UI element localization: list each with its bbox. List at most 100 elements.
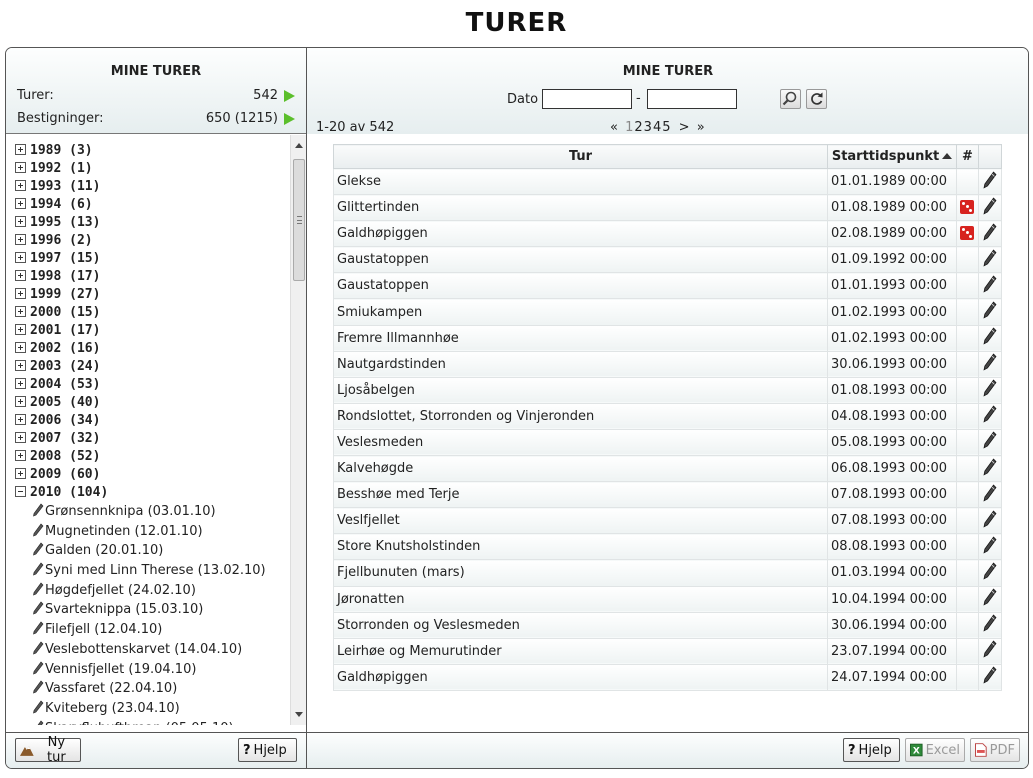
trip-name-cell[interactable]: Leirhøe og Memurutinder: [332, 637, 829, 665]
table-row[interactable]: Kalvehøgde 06.08.1993 00:00: [332, 455, 1003, 483]
pager-page[interactable]: 5: [662, 120, 670, 135]
left-help-button[interactable]: ? Hjelp: [238, 738, 297, 762]
table-row[interactable]: Veslfjellet 07.08.1993 00:00: [332, 507, 1003, 535]
tree-trip-item[interactable]: Kviteberg (23.04.10): [6, 699, 286, 719]
trip-name-cell[interactable]: Glittertinden: [332, 194, 829, 222]
trip-name-cell[interactable]: Veslfjellet: [332, 507, 829, 535]
table-row[interactable]: Store Knutsholstinden 08.08.1993 00:00: [332, 533, 1003, 561]
header-start-time[interactable]: Starttidspunkt: [827, 144, 957, 169]
trip-name-cell[interactable]: Rondslottet, Storronden og Vinjeronden: [332, 402, 829, 430]
edit-pencil-icon[interactable]: [983, 249, 997, 271]
edit-pencil-icon[interactable]: [983, 562, 997, 584]
edit-pencil-icon[interactable]: [983, 431, 997, 453]
search-button[interactable]: [780, 89, 801, 109]
pdf-export-button[interactable]: PDF: [970, 738, 1020, 762]
year-node[interactable]: 1989 (3): [6, 142, 286, 160]
pager-last[interactable]: »: [697, 120, 705, 135]
table-row[interactable]: Galdhøpiggen 02.08.1989 00:00: [332, 220, 1003, 248]
year-node[interactable]: 2005 (40): [6, 394, 286, 412]
table-row[interactable]: Glekse 01.01.1989 00:00: [332, 167, 1003, 196]
year-node[interactable]: 1993 (11): [6, 178, 286, 196]
play-icon[interactable]: [284, 113, 295, 125]
scroll-down-arrow-icon[interactable]: [295, 712, 303, 717]
expand-icon[interactable]: [15, 288, 26, 299]
trip-name-cell[interactable]: Kalvehøgde: [332, 455, 829, 483]
tree-trip-item[interactable]: Vennisfjellet (19.04.10): [6, 660, 286, 680]
edit-pencil-icon[interactable]: [983, 353, 997, 375]
tree-trip-item[interactable]: Grønsennknipa (03.01.10): [6, 502, 286, 522]
expand-icon[interactable]: [15, 252, 26, 263]
expand-icon[interactable]: [15, 360, 26, 371]
trip-name-cell[interactable]: Fremre Illmannhøe: [332, 324, 829, 352]
pager-first[interactable]: «: [610, 120, 618, 135]
trip-name-cell[interactable]: Ljosåbelgen: [332, 376, 829, 404]
edit-pencil-icon[interactable]: [983, 666, 997, 688]
table-row[interactable]: Veslesmeden 05.08.1993 00:00: [332, 428, 1003, 457]
year-node[interactable]: 2007 (32): [6, 430, 286, 448]
trip-name-cell[interactable]: Storronden og Veslesmeden: [332, 611, 829, 639]
edit-pencil-icon[interactable]: [983, 405, 997, 427]
table-row[interactable]: Leirhøe og Memurutinder 23.07.1994 00:00: [332, 637, 1003, 665]
tree-trip-item[interactable]: Vassfaret (22.04.10): [6, 679, 286, 699]
trip-name-cell[interactable]: Besshøe med Terje: [332, 481, 829, 509]
trip-name-cell[interactable]: Gaustatoppen: [332, 272, 829, 300]
excel-export-button[interactable]: X Excel: [905, 738, 965, 762]
edit-pencil-icon[interactable]: [983, 510, 997, 532]
tree-trip-item[interactable]: Mugnetinden (12.01.10): [6, 522, 286, 542]
expand-icon[interactable]: [15, 450, 26, 461]
table-row[interactable]: Storronden og Veslesmeden 30.06.1994 00:0…: [332, 611, 1003, 639]
year-node[interactable]: 2004 (53): [6, 376, 286, 394]
edit-pencil-icon[interactable]: [983, 536, 997, 558]
trip-name-cell[interactable]: Smiukampen: [332, 298, 829, 326]
expand-icon[interactable]: [15, 396, 26, 407]
year-node[interactable]: 1995 (13): [6, 214, 286, 232]
tree-scrollbar[interactable]: [290, 135, 306, 725]
table-row[interactable]: Gaustatoppen 01.01.1993 00:00: [332, 272, 1003, 300]
tree-trip-item[interactable]: Filefjell (12.04.10): [6, 620, 286, 640]
table-row[interactable]: Rondslottet, Storronden og Vinjeronden 04…: [332, 402, 1003, 430]
expand-icon[interactable]: [15, 468, 26, 479]
edit-pencil-icon[interactable]: [983, 458, 997, 480]
tree-trip-item[interactable]: Veslebottenskarvet (14.04.10): [6, 640, 286, 660]
pager-page[interactable]: 2: [634, 120, 642, 135]
table-row[interactable]: Fjellbunuten (mars) 01.03.1994 00:00: [332, 559, 1003, 587]
trip-name-cell[interactable]: Jøronatten: [332, 585, 829, 613]
trip-name-cell[interactable]: Nautgardstinden: [332, 350, 829, 378]
trip-name-cell[interactable]: Gaustatoppen: [332, 246, 829, 274]
edit-pencil-icon[interactable]: [983, 588, 997, 610]
year-node[interactable]: 1996 (2): [6, 232, 286, 250]
right-help-button[interactable]: ? Hjelp: [843, 738, 900, 762]
year-node[interactable]: 2002 (16): [6, 340, 286, 358]
expand-icon[interactable]: [15, 162, 26, 173]
year-node[interactable]: 2009 (60): [6, 466, 286, 484]
edit-pencil-icon[interactable]: [983, 379, 997, 401]
expand-icon[interactable]: [15, 198, 26, 209]
edit-pencil-icon[interactable]: [983, 301, 997, 323]
year-node[interactable]: 2006 (34): [6, 412, 286, 430]
edit-pencil-icon[interactable]: [983, 640, 997, 662]
expand-icon[interactable]: [15, 234, 26, 245]
expand-icon[interactable]: [15, 216, 26, 227]
year-node[interactable]: 1994 (6): [6, 196, 286, 214]
year-node[interactable]: 2008 (52): [6, 448, 286, 466]
trip-name-cell[interactable]: Galdhøpiggen: [332, 663, 829, 691]
pager-page[interactable]: 3: [644, 120, 652, 135]
pager-page[interactable]: 4: [653, 120, 661, 135]
date-from-input[interactable]: [542, 89, 632, 109]
table-row[interactable]: Ljosåbelgen 01.08.1993 00:00: [332, 376, 1003, 404]
expand-icon[interactable]: [15, 342, 26, 353]
refresh-button[interactable]: [806, 89, 827, 109]
tree-trip-item[interactable]: Høgdefjellet (24.02.10): [6, 581, 286, 601]
expand-icon[interactable]: [15, 306, 26, 317]
year-node[interactable]: 1997 (15): [6, 250, 286, 268]
year-node[interactable]: 1999 (27): [6, 286, 286, 304]
header-trip[interactable]: Tur: [332, 144, 829, 169]
year-node[interactable]: 1998 (17): [6, 268, 286, 286]
table-row[interactable]: Smiukampen 01.02.1993 00:00: [332, 298, 1003, 326]
edit-pencil-icon[interactable]: [983, 275, 997, 297]
expand-icon[interactable]: [15, 324, 26, 335]
edit-pencil-icon[interactable]: [983, 484, 997, 506]
year-node[interactable]: 2003 (24): [6, 358, 286, 376]
year-node[interactable]: 2001 (17): [6, 322, 286, 340]
new-trip-button[interactable]: Ny tur: [15, 735, 81, 765]
